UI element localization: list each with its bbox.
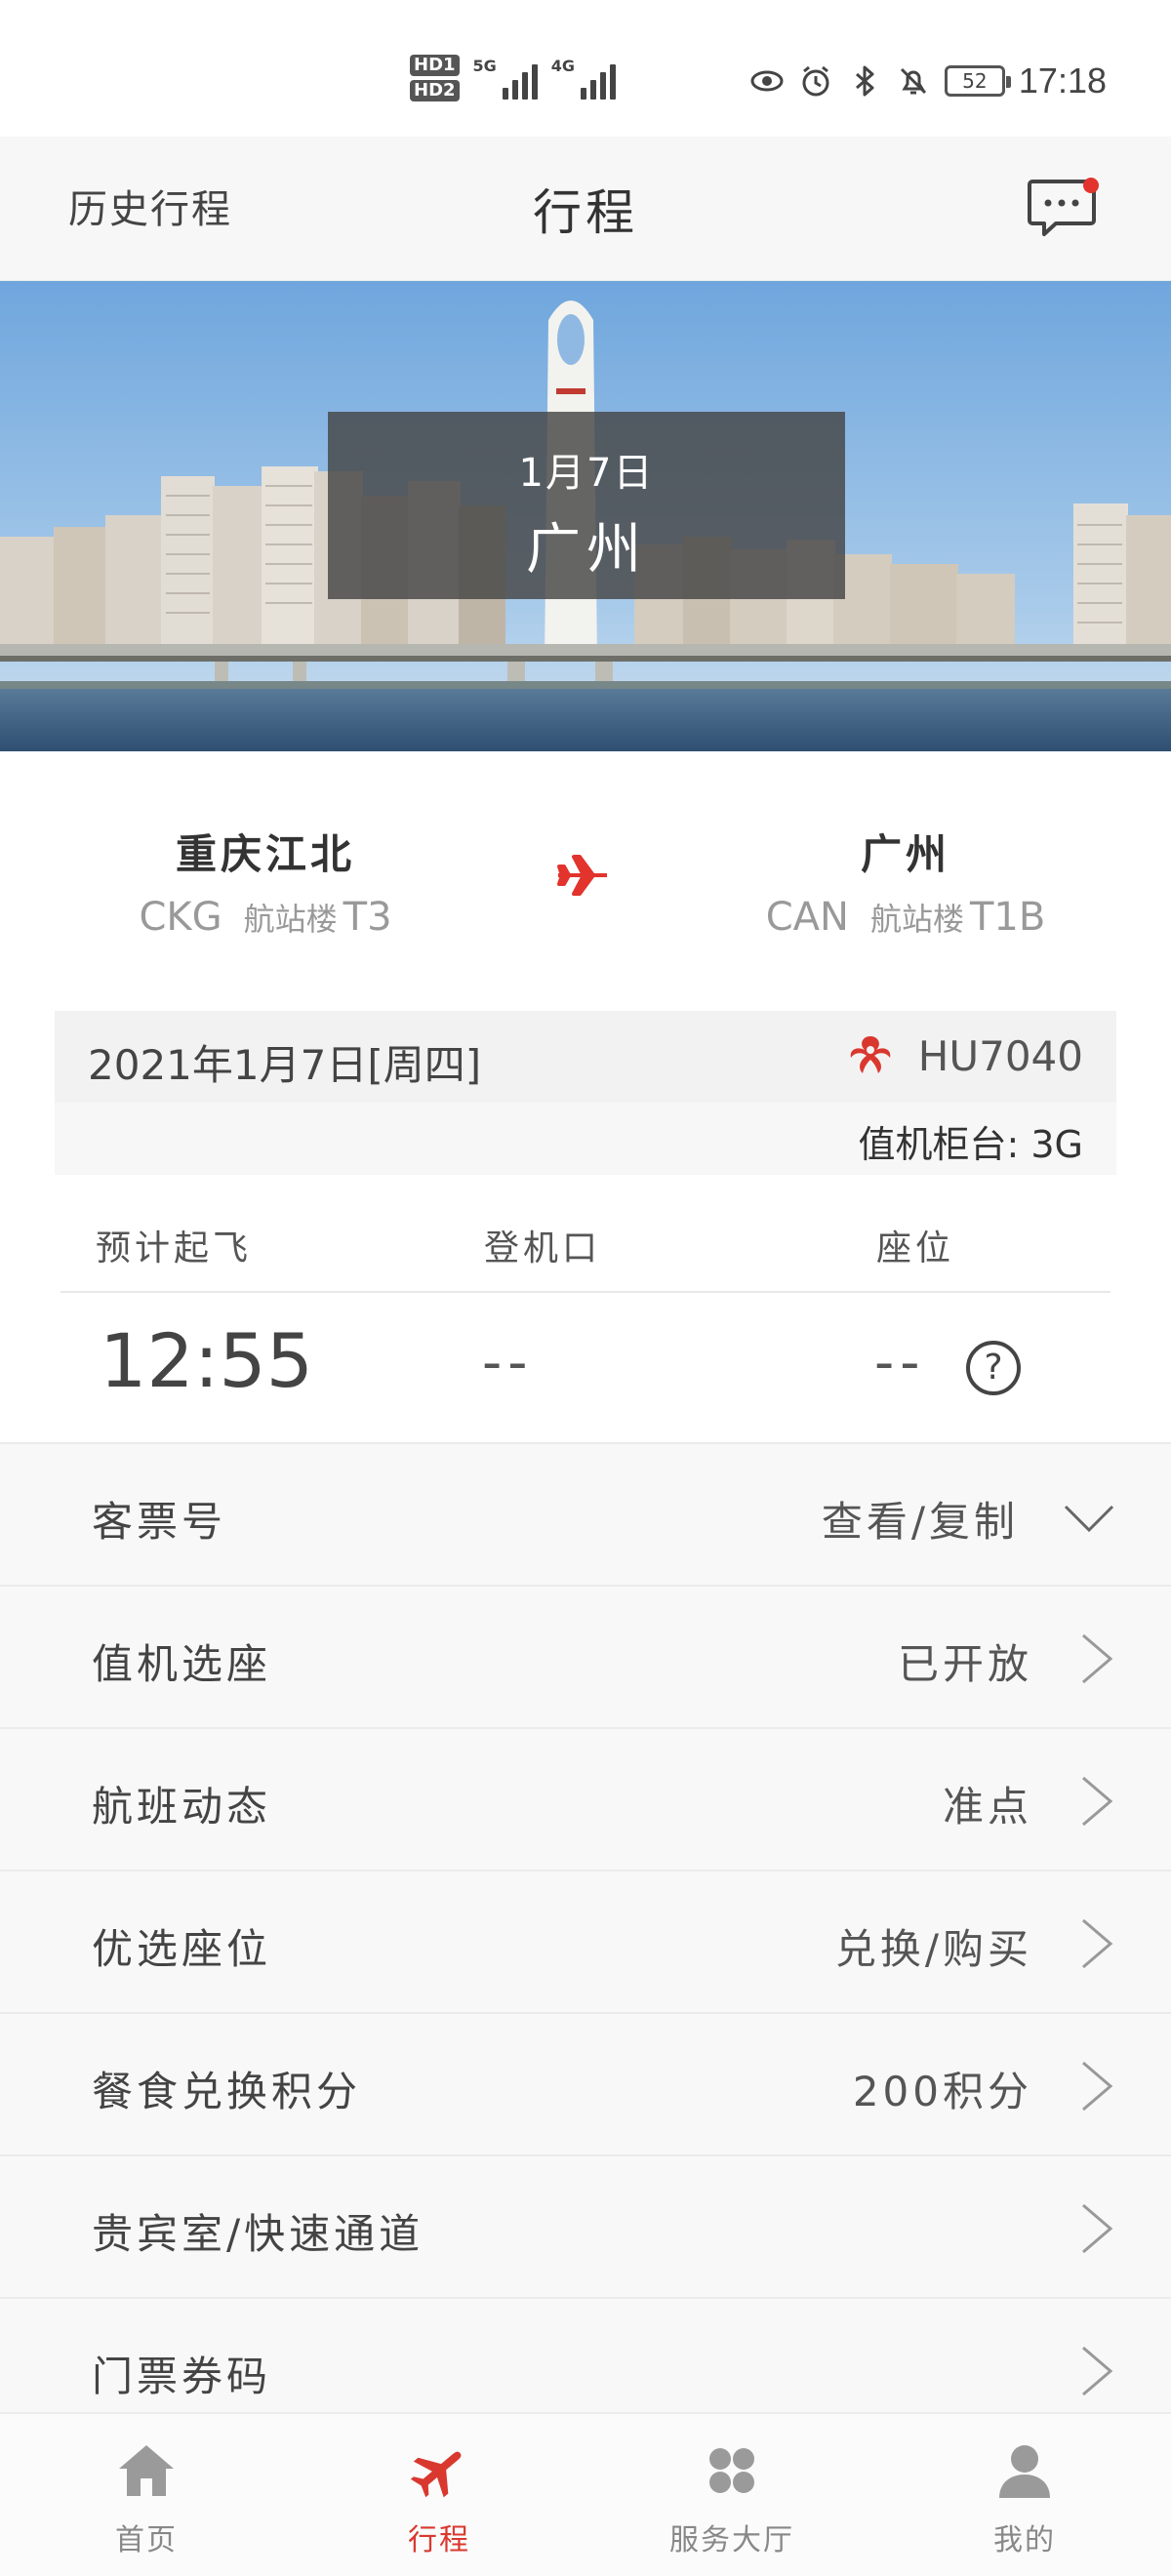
plane-icon: [557, 855, 607, 896]
app-header: 历史行程 行程: [0, 137, 1171, 281]
row-label: 优选座位: [92, 1925, 272, 1973]
plane-icon: [410, 2451, 462, 2498]
battery-icon: 52: [944, 65, 1011, 97]
chevron-down-icon: [1064, 1505, 1114, 1533]
network-indicators: HD1 HD2 5G 4G: [410, 55, 617, 101]
row-label: 航班动态: [92, 1783, 272, 1831]
origin-code-line: CKG 航站楼 T3: [21, 895, 509, 940]
hd1-badge: HD1: [410, 55, 460, 76]
chevron-right-icon: [1082, 1776, 1113, 1827]
tab-service-hall[interactable]: 服务大厅: [586, 2414, 878, 2576]
flight-info-card: 2021年1月7日[周四] HU7040: [55, 1011, 1116, 1103]
chevron-right-icon: [1082, 2061, 1113, 2112]
destination-code-line: CAN 航站楼 T1B: [662, 895, 1150, 940]
row-value: 准点: [942, 1783, 1032, 1831]
user-icon: [999, 2445, 1050, 2498]
row-label: 值机选座: [92, 1640, 272, 1688]
banner-date: 1月7日: [518, 451, 655, 496]
destination-airport: 广州 CAN 航站楼 T1B: [662, 822, 1150, 940]
tab-label: 我的: [993, 2523, 1056, 2557]
flight-date: 2021年1月7日[周四]: [88, 1041, 482, 1089]
notification-dot: [1083, 178, 1099, 193]
row-label: 门票券码: [92, 2353, 272, 2400]
lounge-fast-track-row[interactable]: 贵宾室/快速通道: [0, 2154, 1171, 2297]
row-value: 200积分: [852, 2068, 1032, 2115]
checkin-counter: 值机柜台: 3G: [858, 1123, 1083, 1166]
alarm-icon: [802, 65, 829, 97]
clock: 17:18: [1018, 60, 1107, 101]
banner-caption: 1月7日 广州: [328, 412, 845, 599]
chevron-right-icon: [1082, 2346, 1113, 2396]
departure-time: 12:55: [100, 1317, 314, 1404]
divider: [61, 1291, 1110, 1293]
row-value: 查看/复制: [821, 1498, 1019, 1546]
row-label: 餐食兑换积分: [92, 2068, 362, 2115]
bluetooth-icon: [855, 65, 874, 97]
flight-times-values: 12:55 -- -- ?: [0, 1317, 1171, 1425]
flight-status-row[interactable]: 航班动态 准点: [0, 1727, 1171, 1870]
eye-icon: [750, 70, 784, 92]
checkin-counter-row: 值机柜台: 3G: [55, 1103, 1116, 1175]
row-label: 贵宾室/快速通道: [92, 2210, 424, 2258]
hd-indicator: HD1 HD2: [410, 55, 460, 101]
chevron-right-icon: [1082, 1918, 1113, 1969]
tab-label: 行程: [408, 2523, 470, 2557]
origin-airport: 重庆江北 CKG 航站楼 T3: [21, 822, 509, 940]
seat-label: 座位: [876, 1228, 955, 1268]
signal-4g-icon: 4G: [550, 57, 617, 100]
destination-banner[interactable]: 1月7日 广州: [0, 281, 1171, 751]
origin-terminal-label: 航站楼: [243, 901, 338, 938]
flight-number: HU7040: [917, 1032, 1083, 1080]
destination-terminal-label: 航站楼: [869, 901, 964, 938]
page-title: 行程: [533, 184, 638, 241]
departure-label: 预计起飞: [96, 1228, 253, 1268]
system-indicators: 52 17:18: [749, 60, 1107, 101]
seat-help-icon[interactable]: ?: [966, 1341, 1021, 1395]
destination-code: CAN: [765, 895, 849, 940]
origin-terminal: T3: [343, 895, 392, 940]
home-icon: [119, 2445, 174, 2496]
tab-trips[interactable]: 行程: [293, 2414, 586, 2576]
origin-code: CKG: [139, 895, 222, 940]
signal-5g-icon: 5G: [473, 57, 538, 100]
mute-bell-icon: [900, 67, 926, 95]
row-value: 兑换/购买: [834, 1925, 1032, 1973]
bottom-tab-bar: 首页 行程 服务大厅 我的: [0, 2412, 1171, 2576]
trip-options-list: 客票号 查看/复制 值机选座 已开放 航班动态 准点 优选座位 兑换/购买 餐食…: [0, 1442, 1171, 2439]
gate-value: --: [482, 1331, 534, 1394]
chevron-right-icon: [1082, 2203, 1113, 2254]
grid-icon: [709, 2448, 754, 2493]
row-label: 客票号: [92, 1498, 227, 1546]
tab-label: 首页: [115, 2523, 178, 2557]
destination-city: 广州: [860, 830, 950, 878]
status-bar: HD1 HD2 5G 4G 52 17:18: [0, 0, 1171, 137]
flight-times-header: 预计起飞 登机口 座位: [0, 1220, 1171, 1290]
checkin-seat-row[interactable]: 值机选座 已开放: [0, 1585, 1171, 1727]
hd2-badge: HD2: [410, 80, 460, 101]
ticket-number-row[interactable]: 客票号 查看/复制: [0, 1442, 1171, 1585]
preferred-seat-row[interactable]: 优选座位 兑换/购买: [0, 1870, 1171, 2012]
airline-logo-icon: [850, 1036, 891, 1073]
origin-city: 重庆江北: [175, 830, 355, 878]
tab-label: 服务大厅: [669, 2523, 794, 2557]
signal-4g-label: 4G: [550, 57, 576, 75]
gate-label: 登机口: [484, 1228, 602, 1268]
signal-5g-label: 5G: [472, 57, 497, 75]
chevron-right-icon: [1082, 1633, 1113, 1684]
destination-terminal: T1B: [969, 895, 1046, 940]
seat-value: --: [874, 1331, 926, 1394]
meal-points-row[interactable]: 餐食兑换积分 200积分: [0, 2012, 1171, 2154]
tab-mine[interactable]: 我的: [878, 2414, 1171, 2576]
row-value: 已开放: [897, 1640, 1032, 1688]
tab-home[interactable]: 首页: [0, 2414, 293, 2576]
banner-city: 广州: [526, 518, 647, 582]
